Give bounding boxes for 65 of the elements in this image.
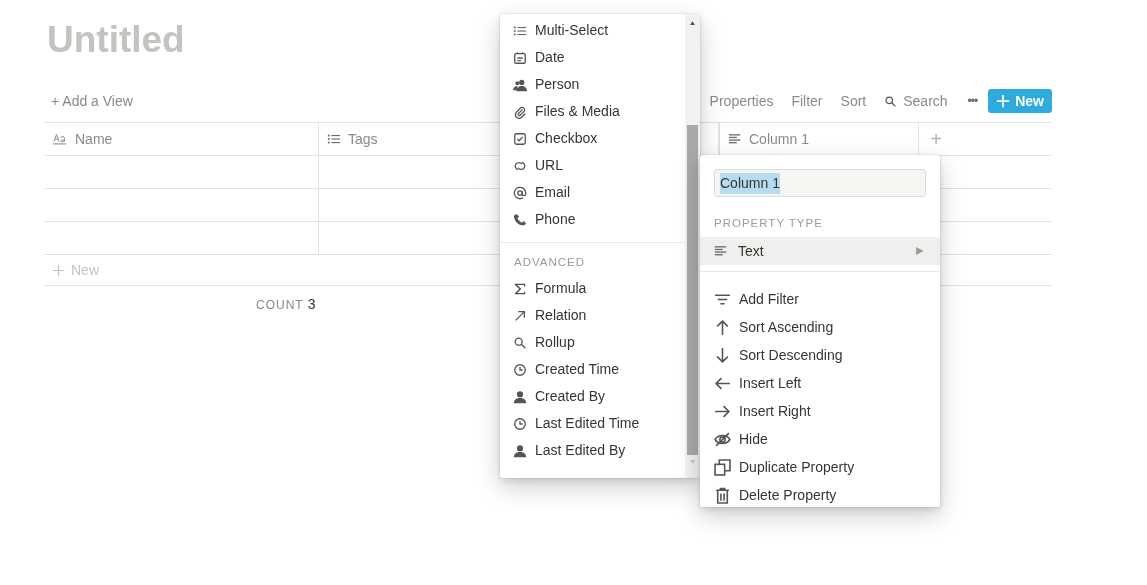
menu-item[interactable]: Formula — [500, 275, 685, 302]
menu-item[interactable]: Last Edited Time — [500, 410, 685, 437]
menu-item[interactable]: Created By — [500, 383, 685, 410]
menu-item[interactable]: Insert Left — [700, 369, 940, 397]
clock-icon — [513, 416, 527, 431]
menu-item[interactable]: URL — [500, 152, 685, 179]
count-label: COUNT — [256, 297, 304, 314]
menu-item[interactable]: Email — [500, 179, 685, 206]
clock-icon — [513, 362, 527, 377]
property-name-field[interactable]: Column 1 — [714, 169, 926, 197]
toolbar-button[interactable]: Sort — [831, 90, 876, 112]
menu-item[interactable]: Date — [500, 44, 685, 71]
column-header[interactable]: Name — [44, 123, 319, 155]
section-heading: PROPERTY TYPE — [713, 216, 824, 231]
menu-item[interactable]: Phone — [500, 206, 685, 233]
toolbar-button[interactable]: Filter — [782, 90, 832, 112]
menu-item[interactable]: Files & Media — [500, 98, 685, 125]
menu-item[interactable]: Created Time — [500, 356, 685, 383]
menu-item[interactable]: Duplicate Property — [700, 453, 940, 481]
toolbar-button[interactable]: Properties — [700, 90, 783, 112]
text-lines-icon — [728, 132, 742, 146]
submenu-arrow-icon — [915, 246, 924, 256]
person-icon — [513, 443, 527, 458]
section-heading: ADVANCED — [513, 255, 587, 270]
duplicate-icon — [714, 458, 731, 476]
checkbox-icon — [513, 131, 527, 146]
menu-item[interactable]: Last Edited By — [500, 437, 685, 464]
toolbar-button[interactable]: Search — [875, 90, 957, 112]
diagonal-arrow-icon — [513, 308, 527, 323]
arrow-down-icon — [714, 346, 731, 364]
menu-item[interactable]: Add Filter — [700, 285, 940, 313]
menu-item[interactable]: Insert Right — [700, 397, 940, 425]
menu-item[interactable]: Rollup — [500, 329, 685, 356]
add-view-link[interactable]: + Add a View — [51, 90, 133, 112]
sigma-icon — [513, 281, 527, 296]
text-type-icon — [52, 132, 68, 146]
menu-item[interactable]: Person — [500, 71, 685, 98]
scroll-down-arrow-icon — [689, 460, 696, 465]
property-type-item[interactable]: Text — [700, 237, 940, 265]
phone-icon — [513, 212, 527, 227]
menu-item[interactable]: Checkbox — [500, 125, 685, 152]
menu-item[interactable]: Relation — [500, 302, 685, 329]
eye-slash-icon — [714, 430, 731, 448]
calendar-icon — [513, 50, 527, 65]
menu-item[interactable]: Delete Property — [700, 481, 940, 509]
at-icon — [513, 185, 527, 200]
person-icon — [513, 389, 527, 404]
menu-item[interactable]: Sort Descending — [700, 341, 940, 369]
plus-icon — [996, 94, 1011, 108]
arrow-up-icon — [714, 318, 731, 336]
count-value: 3 — [307, 295, 316, 314]
scroll-up-arrow-icon — [689, 20, 696, 25]
menu-item[interactable]: Hide — [700, 425, 940, 453]
people-icon — [513, 77, 527, 92]
scrollbar[interactable] — [685, 14, 700, 478]
search-icon — [513, 335, 527, 350]
trash-icon — [714, 486, 731, 504]
text-lines-icon — [714, 244, 728, 258]
more-button[interactable]: ••• — [956, 92, 989, 110]
list-icon — [327, 132, 341, 146]
search-icon — [884, 94, 898, 108]
paperclip-icon — [513, 104, 527, 119]
menu-item[interactable]: Multi-Select — [500, 17, 685, 44]
plus-icon — [52, 263, 65, 277]
menu-item[interactable]: Sort Ascending — [700, 313, 940, 341]
